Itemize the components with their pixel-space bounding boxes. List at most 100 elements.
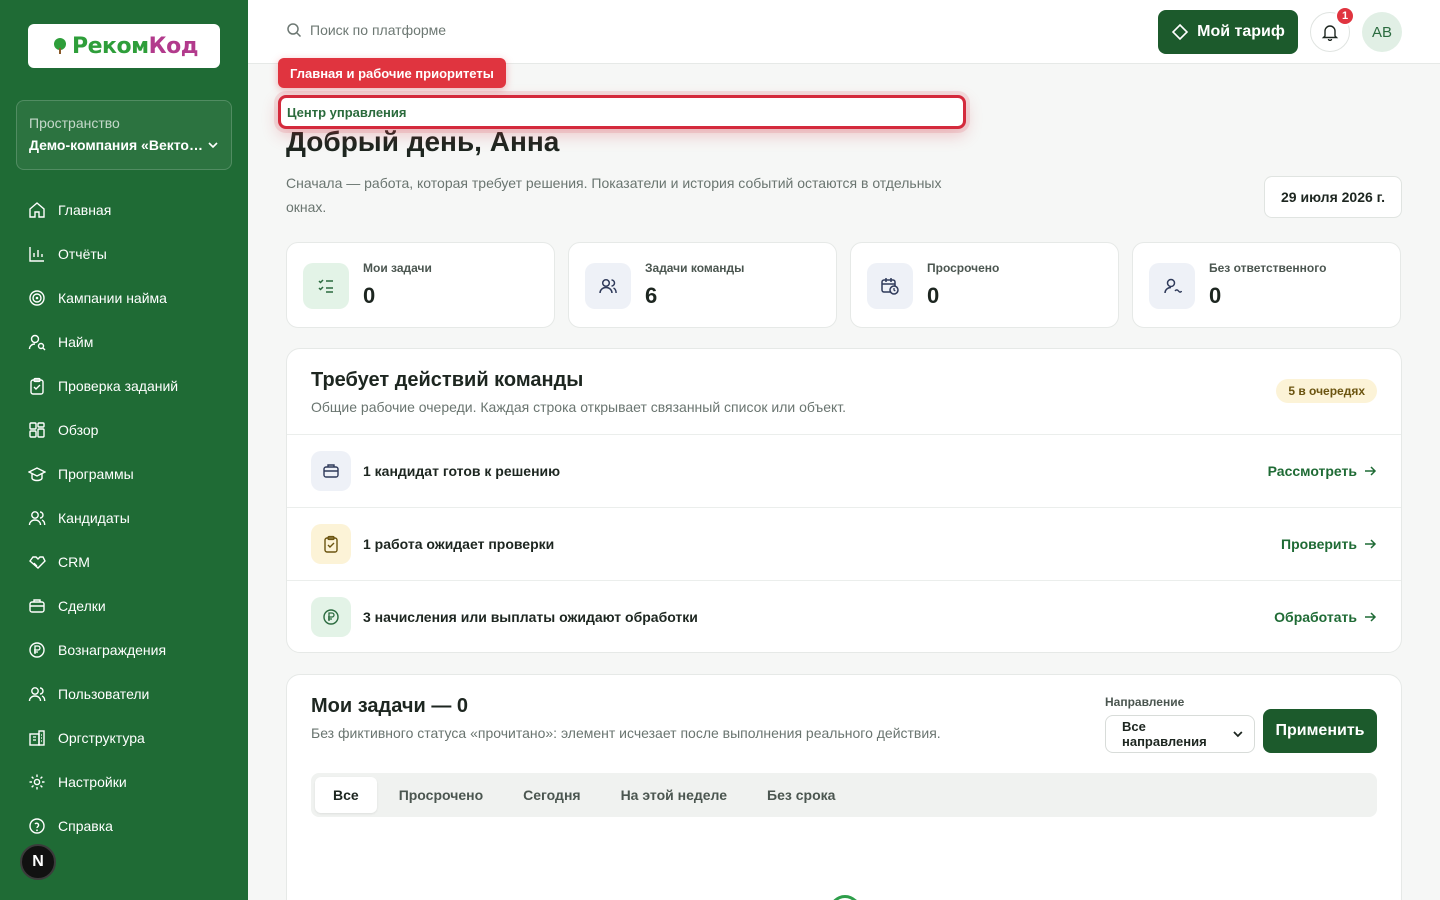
review-link[interactable]: Рассмотреть [1268,463,1377,479]
workspace-label: Пространство [29,115,120,131]
process-link[interactable]: Обработать [1274,609,1377,625]
handshake-icon [29,556,46,569]
page-subtitle: Сначала — работа, которая требует решени… [286,175,942,215]
sidebar-item-overview[interactable]: Обзор [0,408,248,452]
diamond-icon [1171,23,1189,41]
panel-title: Мои задачи — 0 [311,695,468,717]
action-row-text: 1 работа ожидает проверки [363,536,555,552]
stat-value: 0 [927,283,940,308]
stat-value: 0 [1209,283,1222,308]
top-bar: Поиск по платформе Мой тариф 1 AB [248,0,1440,64]
sidebar-item-hiring[interactable]: Найм [0,320,248,364]
tab-today[interactable]: Сегодня [505,777,598,813]
action-row-candidates[interactable]: 1 кандидат готов к решению Рассмотреть [287,434,1401,507]
sidebar: РекомКод Пространство Демо-компания «Век… [0,0,248,900]
panel-description: Общие рабочие очереди. Каждая строка отк… [311,399,847,415]
briefcase-icon [29,599,45,613]
direction-label: Направление [1105,695,1185,709]
search-input[interactable]: Поиск по платформе [286,22,446,38]
gear-icon [29,774,45,790]
stat-card-overdue[interactable]: Просрочено 0 [850,242,1119,328]
sidebar-item-reports[interactable]: Отчёты [0,232,248,276]
users-icon [28,511,46,526]
bell-icon [1321,25,1339,41]
sidebar-item-candidates[interactable]: Кандидаты [0,496,248,540]
stat-value: 0 [363,283,376,308]
user-unassigned-icon [1164,278,1182,294]
sidebar-item-rewards[interactable]: Вознаграждения [0,628,248,672]
sidebar-item-settings[interactable]: Настройки [0,760,248,804]
brand-logo[interactable]: РекомКод [28,24,220,68]
help-circle-icon [29,818,45,834]
task-filter-tabs: Все Просрочено Сегодня На этой неделе Бе… [311,773,1377,817]
action-row-text: 1 кандидат готов к решению [363,463,561,479]
panel-title: Требует действий команды [311,369,584,391]
users-icon [28,687,46,702]
tree-logo-icon [54,38,67,54]
brand-wordmark: РекомКод [72,33,198,59]
dev-tools-badge[interactable]: N [20,844,56,880]
home-icon [29,202,45,218]
stat-value: 6 [645,283,658,308]
arrow-right-icon [1365,539,1377,549]
direction-select[interactable]: Все направления [1105,715,1255,753]
sidebar-item-deals[interactable]: Сделки [0,584,248,628]
ruble-coin-icon [323,609,339,625]
team-actions-panel: Требует действий команды Общие рабочие о… [286,348,1402,653]
sidebar-item-crm[interactable]: CRM [0,540,248,584]
tab-all[interactable]: Все [315,777,377,813]
breadcrumb: Центр управления [287,104,407,120]
action-row-work-review[interactable]: 1 работа ожидает проверки Проверить [287,507,1401,580]
notifications-count-badge: 1 [1335,6,1355,26]
chevron-down-icon [208,142,218,149]
clipboard-check-icon [324,535,338,553]
sidebar-item-org-structure[interactable]: Оргструктура [0,716,248,760]
panel-description: Без фиктивного статуса «прочитано»: элем… [311,725,941,741]
users-icon [599,278,617,294]
stat-card-my-tasks[interactable]: Мои задачи 0 [286,242,555,328]
workspace-name: Демо-компания «Векто… [29,137,203,153]
stat-label: Без ответственного [1209,261,1327,275]
my-tasks-panel: Мои задачи — 0 Без фиктивного статуса «п… [286,674,1402,900]
avatar[interactable]: AB [1362,12,1402,52]
queue-count-badge: 5 в очередях [1276,379,1377,403]
loading-spinner [829,895,861,900]
page-title: Добрый день, Анна [286,126,560,157]
stat-label: Просрочено [927,261,1000,275]
my-tariff-button[interactable]: Мой тариф [1158,10,1298,54]
arrow-right-icon [1365,466,1377,476]
chart-icon [29,247,44,262]
arrow-right-icon [1365,612,1377,622]
tab-overdue[interactable]: Просрочено [381,777,501,813]
stat-card-unassigned[interactable]: Без ответственного 0 [1132,242,1401,328]
building-icon [29,730,45,746]
briefcase-icon [323,464,339,478]
tab-this-week[interactable]: На этой неделе [603,777,745,813]
sidebar-item-help[interactable]: Справка [0,804,248,848]
ruble-coin-icon [29,642,45,658]
check-link[interactable]: Проверить [1281,536,1377,552]
sidebar-item-users[interactable]: Пользователи [0,672,248,716]
stat-card-team-tasks[interactable]: Задачи команды 6 [568,242,837,328]
action-row-text: 3 начисления или выплаты ожидают обработ… [363,609,698,625]
tour-step-chip: Главная и рабочие приоритеты [278,58,506,88]
user-search-icon [28,334,46,351]
action-row-payouts[interactable]: 3 начисления или выплаты ожидают обработ… [287,580,1401,653]
stat-label: Задачи команды [645,261,745,275]
graduation-cap-icon [28,467,46,482]
clipboard-check-icon [30,377,44,395]
sidebar-item-programs[interactable]: Программы [0,452,248,496]
checklist-icon [318,279,333,293]
notifications-button[interactable]: 1 [1310,6,1355,52]
grid-icon [29,422,45,438]
sidebar-nav: Главная Отчёты Кампании найма Найм Прове… [0,188,248,848]
current-date: 29 июля 2026 г. [1264,176,1402,218]
workspace-switcher[interactable]: Пространство Демо-компания «Векто… [16,100,232,170]
sidebar-item-campaigns[interactable]: Кампании найма [0,276,248,320]
stat-label: Мои задачи [363,261,432,275]
apply-button[interactable]: Применить [1263,709,1377,753]
target-icon [29,290,45,306]
sidebar-item-task-review[interactable]: Проверка заданий [0,364,248,408]
sidebar-item-home[interactable]: Главная [0,188,248,232]
tab-no-deadline[interactable]: Без срока [749,777,853,813]
